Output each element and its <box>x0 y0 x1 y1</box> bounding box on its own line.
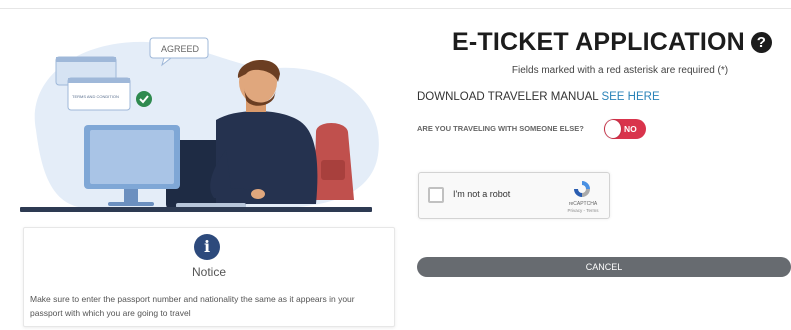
question-circle-icon[interactable]: ? <box>750 32 772 53</box>
notice-message: Make sure to enter the passport number a… <box>30 294 355 318</box>
required-fields-note: Fields marked with a red asterisk are re… <box>511 65 729 76</box>
hero-illustration: TERMS AND CONDITION AGREED <box>16 20 396 220</box>
recaptcha-widget: I'm not a robot reCAPTCHA Privacy - Term… <box>418 172 610 219</box>
notice-title: Notice <box>191 265 226 279</box>
download-manual-label: DOWNLOAD TRAVELER MANUAL <box>417 91 599 103</box>
notice-card: i Notice Make sure to enter the passport… <box>23 227 395 327</box>
recaptcha-terms[interactable]: Privacy - Terms <box>563 208 603 213</box>
cancel-button[interactable]: CANCEL <box>417 257 791 277</box>
recaptcha-brand: reCAPTCHA <box>568 201 598 207</box>
recaptcha-checkbox[interactable] <box>428 187 444 203</box>
terms-card-text: TERMS AND CONDITION <box>72 94 119 99</box>
page-title-text: E-TICKET APPLICATION <box>452 28 745 56</box>
toggle-knob <box>605 120 621 138</box>
toggle-label: NO <box>624 124 637 134</box>
download-manual-row: DOWNLOAD TRAVELER MANUAL SEE HERE <box>417 91 660 103</box>
see-here-link[interactable]: SEE HERE <box>601 91 659 103</box>
info-icon: i <box>194 234 220 260</box>
recaptcha-logo-icon <box>574 181 590 197</box>
recaptcha-label: I'm not a robot <box>453 189 511 199</box>
page-title: E-TICKET APPLICATION? <box>452 28 772 57</box>
check-icon <box>136 91 152 107</box>
traveling-question-label: ARE YOU TRAVELING WITH SOMEONE ELSE? <box>417 124 584 133</box>
traveling-with-someone-toggle[interactable]: NO <box>604 119 646 139</box>
person-at-computer-illustration: TERMS AND CONDITION AGREED <box>20 37 379 212</box>
agreed-bubble-text: AGREED <box>161 44 200 54</box>
top-divider <box>0 8 791 9</box>
